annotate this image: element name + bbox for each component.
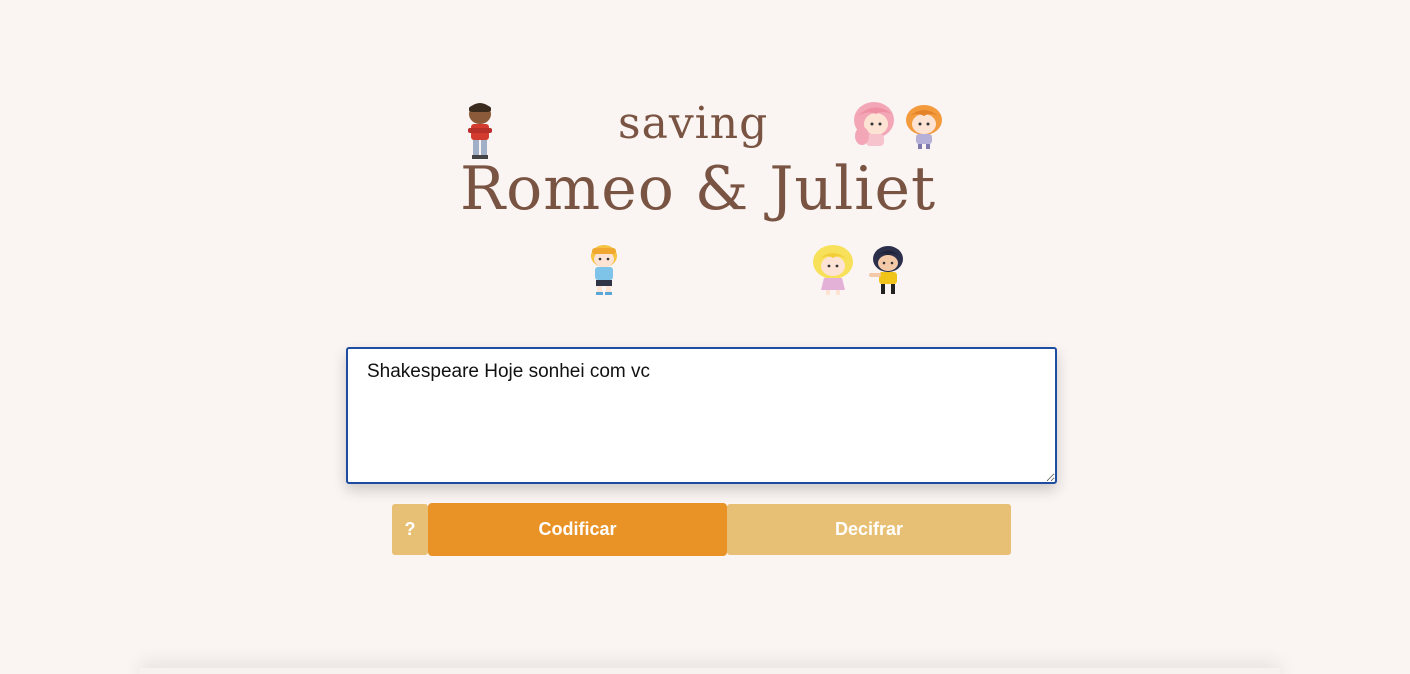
decode-button[interactable]: Decifrar (727, 504, 1011, 555)
pink-hair-girl-illustration (854, 102, 894, 146)
blond-boy-illustration (591, 245, 617, 295)
boy-red-shirt-illustration (468, 103, 492, 159)
help-button[interactable]: ? (392, 504, 428, 555)
orange-hair-boy-illustration (906, 105, 942, 149)
app-page: saving Romeo & Juliet Shakespeare Hoje s… (0, 0, 1410, 674)
dark-hair-boy-illustration (869, 246, 903, 294)
message-editor-container: Shakespeare Hoje sonhei com vc (346, 347, 1057, 484)
message-input[interactable]: Shakespeare Hoje sonhei com vc (346, 347, 1057, 484)
logo-subtitle: saving (618, 98, 769, 149)
logo-title: Romeo & Juliet (460, 154, 937, 224)
encode-button[interactable]: Codificar (428, 503, 727, 556)
footer-panel (140, 668, 1280, 674)
blonde-girl-illustration (813, 245, 853, 295)
logo: saving Romeo & Juliet (440, 92, 970, 307)
